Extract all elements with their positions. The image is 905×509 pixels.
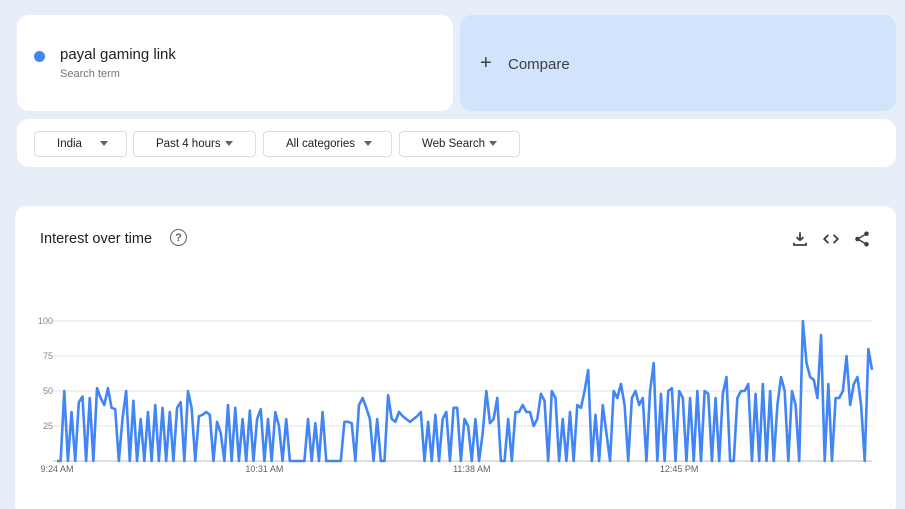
category-dropdown-label: All categories [286,138,356,150]
region-dropdown-label: India [57,138,82,150]
search-property-dropdown-label: Web Search [422,138,486,150]
region-dropdown[interactable]: India [34,131,127,157]
y-tick-label: 25 [43,421,53,431]
compare-label: Compare [508,56,570,73]
y-tick-label: 100 [38,316,53,326]
y-axis-ticks: 25 50 75 100 [38,316,53,431]
y-tick-label: 75 [43,351,53,361]
interest-line-chart[interactable]: 25 50 75 100 9:24 AM 10:31 AM 11:38 AM 12:45 P… [15,206,896,509]
y-tick-label: 50 [43,386,53,396]
filter-bar: India Past 4 hours All categories Web Se… [17,119,896,167]
search-property-dropdown[interactable]: Web Search [399,131,520,157]
search-term-card[interactable]: payal gaming link Search term [17,15,453,111]
caret-down-icon [364,141,372,146]
series-color-dot [34,51,45,62]
caret-down-icon [489,141,497,146]
caret-down-icon [225,141,233,146]
x-tick-label: 12:45 PM [660,464,699,474]
compare-button[interactable]: + Compare [460,15,896,111]
time-range-dropdown-label: Past 4 hours [156,138,221,150]
search-term-name[interactable]: payal gaming link [60,46,176,63]
time-range-dropdown[interactable]: Past 4 hours [133,131,256,157]
x-tick-label: 9:24 AM [40,464,73,474]
category-dropdown[interactable]: All categories [263,131,392,157]
x-tick-label: 11:38 AM [453,464,490,474]
interest-over-time-card: Interest over time ? 25 50 75 100 9:24 AM 10… [15,206,896,509]
caret-down-icon [100,141,108,146]
search-term-subtitle: Search term [60,68,120,80]
plus-icon: + [480,52,492,74]
x-axis-ticks: 9:24 AM 10:31 AM 11:38 AM 12:45 PM [40,464,698,474]
x-tick-label: 10:31 AM [245,464,283,474]
